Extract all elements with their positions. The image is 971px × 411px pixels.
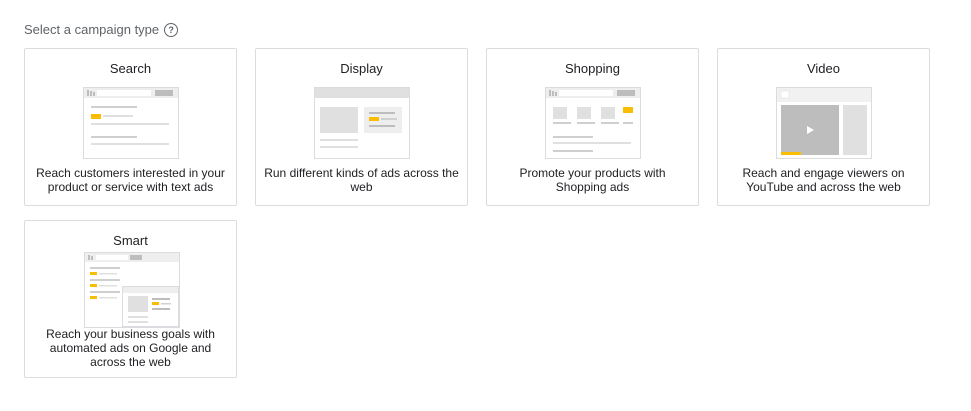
card-description-display: Run different kinds of ads across the we…: [264, 166, 459, 194]
card-title-video: Video: [806, 61, 840, 76]
campaign-card-shopping[interactable]: Shopping Promote your products with Shop…: [486, 48, 699, 206]
smart-ad-illustration: [83, 252, 180, 328]
card-title-search: Search: [109, 61, 152, 76]
help-circle-icon[interactable]: ?: [164, 22, 179, 37]
card-title-smart: Smart: [113, 233, 148, 248]
shopping-ad-illustration: [544, 87, 641, 159]
campaign-type-heading-label: Select a campaign type: [24, 22, 160, 37]
campaign-card-video[interactable]: Video Reach and engage viewers on YouTub…: [717, 48, 930, 206]
search-ad-illustration: [82, 87, 179, 159]
card-title-display: Display: [340, 61, 383, 76]
card-description-smart: Reach your business goals with automated…: [46, 327, 215, 369]
card-description-search: Reach customers interested in your produ…: [36, 166, 225, 194]
campaign-card-display[interactable]: Display Run different kinds of ads acros…: [255, 48, 468, 206]
card-description-video: Reach and engage viewers on YouTube and …: [742, 166, 905, 194]
campaign-card-search[interactable]: Search Reach customers interested in you…: [24, 48, 237, 206]
campaign-type-heading: Select a campaign type ?: [24, 22, 179, 37]
campaign-card-smart[interactable]: Smart Reach your business goals with aut…: [24, 220, 237, 378]
display-ad-illustration: [313, 87, 410, 159]
card-title-shopping: Shopping: [565, 61, 620, 76]
video-ad-illustration: [775, 87, 872, 159]
card-description-shopping: Promote your products with Shopping ads: [519, 166, 666, 194]
